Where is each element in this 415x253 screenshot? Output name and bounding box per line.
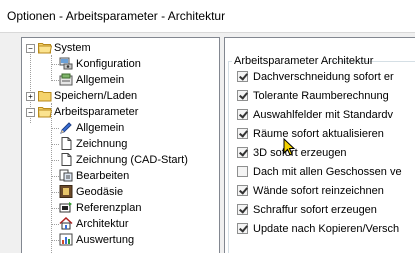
tree-item-zeichnung[interactable]: Zeichnung xyxy=(22,136,219,152)
checkbox-label: 3D sofort erzeugen xyxy=(253,147,347,159)
tree-item-referenzplan[interactable]: Referenzplan xyxy=(22,200,219,216)
tree-item-zeichnung-cad-start[interactable]: Zeichnung (CAD-Start) xyxy=(22,152,219,168)
tree-item-label: Auswertung xyxy=(76,234,135,246)
geodesy-icon xyxy=(59,185,73,198)
tree-item-geodaesie[interactable]: Geodäsie xyxy=(22,184,219,200)
expand-icon[interactable]: + xyxy=(26,92,35,101)
tree-item-label: Architektur xyxy=(76,216,129,232)
config-icon xyxy=(59,57,73,70)
checkbox-label: Auswahlfelder mit Standardv xyxy=(253,109,394,121)
tree-item-label: Allgemein xyxy=(76,122,125,134)
group-title: Arbeitsparameter Architektur xyxy=(234,55,374,67)
reference-plan-icon xyxy=(59,202,72,213)
mouse-cursor-icon xyxy=(283,138,296,156)
tree-item-label: Zeichnung xyxy=(76,138,128,150)
tree-item-label: Speichern/Laden xyxy=(54,90,138,102)
checkbox-label: Räume sofort aktualisieren xyxy=(253,128,384,140)
tree-item-label: Bearbeiten xyxy=(76,170,130,182)
checkbox[interactable] xyxy=(237,109,248,120)
window-title: Optionen - Arbeitsparameter - Architektu… xyxy=(7,9,226,23)
tree-item-auswertung[interactable]: Auswertung xyxy=(22,232,219,248)
tree-item-system-allgemein[interactable]: Allgemein xyxy=(22,72,219,88)
group-box-border xyxy=(228,61,229,253)
tree-item-label: Zeichnung (CAD-Start) xyxy=(76,154,188,166)
evaluation-icon xyxy=(59,233,73,246)
checkbox-label: Dach mit allen Geschossen ve xyxy=(253,166,402,178)
tree-item-bearbeiten[interactable]: Bearbeiten xyxy=(22,168,219,184)
tree-item-label: Arbeitsparameter xyxy=(54,106,139,118)
tree-item-label: Geodäsie xyxy=(76,186,124,198)
tree-item-label: System xyxy=(54,42,91,54)
house-icon xyxy=(59,217,73,230)
checkbox[interactable] xyxy=(237,185,248,196)
collapse-icon[interactable]: − xyxy=(26,44,35,53)
tree-item-label: Allgemein xyxy=(76,74,125,86)
options-tree[interactable]: − System Konfiguration Allgemein + Speic… xyxy=(21,37,220,253)
pencil-icon xyxy=(60,122,72,134)
document-icon xyxy=(61,137,72,150)
checkbox-label: Wände sofort reinzeichnen xyxy=(253,185,384,197)
tree-item-label: Konfiguration xyxy=(76,58,141,70)
general-icon xyxy=(59,73,73,86)
folder-closed-icon xyxy=(38,91,52,102)
tree-item-konfiguration[interactable]: Konfiguration xyxy=(22,56,219,72)
tree-item-label: Referenzplan xyxy=(76,202,142,214)
folder-open-icon xyxy=(38,43,52,54)
checkbox-label: Dachverschneidung sofort er xyxy=(253,71,394,83)
checkbox[interactable] xyxy=(237,223,248,234)
tree-item-speichern-laden[interactable]: + Speichern/Laden xyxy=(22,88,219,104)
checkbox[interactable] xyxy=(237,166,248,177)
tree-item-system[interactable]: − System xyxy=(22,40,219,56)
document-icon xyxy=(61,153,72,166)
title-bar: Optionen - Arbeitsparameter - Architektu… xyxy=(0,0,415,33)
checkbox[interactable] xyxy=(237,147,248,158)
tree-item-allgemein[interactable]: Allgemein xyxy=(22,120,219,136)
tree-item-architektur[interactable]: Architektur xyxy=(22,216,219,232)
edit-icon xyxy=(59,169,73,182)
checkbox-label: Update nach Kopieren/Versch xyxy=(253,223,400,235)
collapse-icon[interactable]: − xyxy=(26,108,35,117)
options-dialog: Optionen - Arbeitsparameter - Architektu… xyxy=(0,0,415,253)
folder-open-icon xyxy=(38,107,52,118)
checkbox[interactable] xyxy=(237,71,248,82)
checkbox-label: Schraffur sofort erzeugen xyxy=(253,204,377,216)
checkbox-label: Tolerante Raumberechnung xyxy=(253,90,389,102)
checkbox[interactable] xyxy=(237,90,248,101)
checkbox[interactable] xyxy=(237,204,248,215)
tree-item-arbeitsparameter[interactable]: − Arbeitsparameter xyxy=(22,104,219,120)
checkbox[interactable] xyxy=(237,128,248,139)
settings-panel: Arbeitsparameter Architektur Dachverschn… xyxy=(224,37,415,253)
